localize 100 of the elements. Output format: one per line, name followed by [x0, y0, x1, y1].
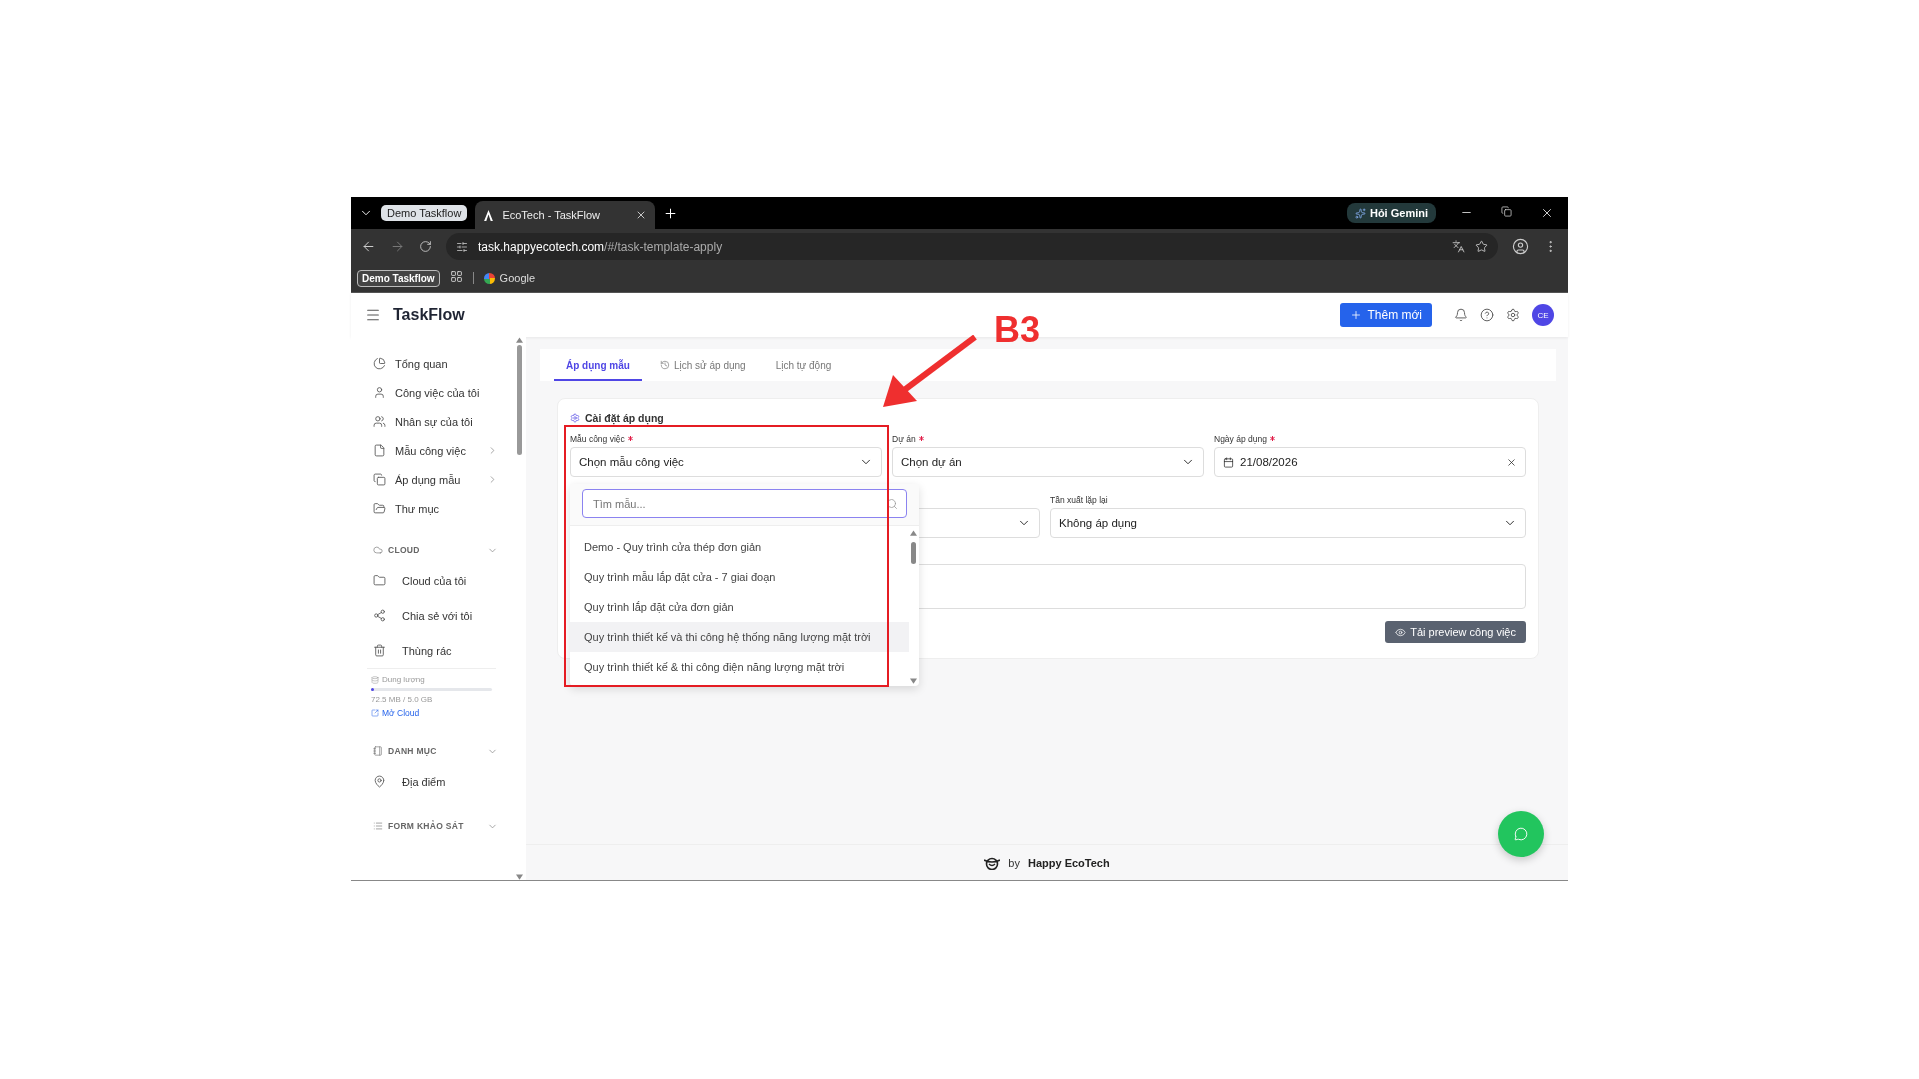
- scroll-up-icon[interactable]: [909, 530, 917, 536]
- section-header[interactable]: DANH MỤC: [351, 738, 526, 764]
- sidebar-item[interactable]: Công việc của tôi: [351, 378, 526, 407]
- external-link-icon: [371, 709, 379, 717]
- url-text: task.happyecotech.com/#/task-template-apply: [478, 239, 724, 254]
- menu-icon[interactable]: [365, 307, 381, 323]
- google-icon: [483, 272, 495, 284]
- sidebar-item[interactable]: Thư mục: [351, 494, 526, 523]
- brand-title: TaskFlow: [393, 306, 465, 324]
- dropdown-option[interactable]: Quy trình mẫu lắp đặt cửa - 7 giai đoạn: [570, 562, 909, 592]
- section-icon: [373, 821, 383, 831]
- close-icon[interactable]: [1540, 206, 1554, 220]
- section-header[interactable]: CLOUD: [351, 537, 526, 563]
- tab-group-chip[interactable]: Demo Taskflow: [381, 205, 468, 221]
- apps-grid-icon[interactable]: [449, 270, 463, 283]
- help-icon[interactable]: [1480, 308, 1494, 322]
- required-icon: [627, 436, 633, 441]
- forward-icon[interactable]: [390, 239, 405, 254]
- settings-icon: [570, 413, 580, 423]
- dropdown-option[interactable]: Demo - Quy trình cửa thép đơn giản: [570, 532, 909, 562]
- nav-icon: [373, 357, 386, 370]
- site-logo-icon: [483, 209, 495, 221]
- nav-icon: [373, 775, 386, 788]
- sidebar-item[interactable]: Cloud của tôi: [351, 563, 526, 598]
- tab[interactable]: Lịch sử áp dụng: [647, 351, 758, 381]
- nav-icon: [373, 609, 386, 622]
- select-field[interactable]: Không áp dụng: [1050, 508, 1526, 538]
- sidebar-item[interactable]: Chia sẻ với tôi: [351, 598, 526, 633]
- scrollbar[interactable]: [515, 337, 524, 880]
- sidebar-item[interactable]: Nhân sự của tôi: [351, 407, 526, 436]
- nav-icon: [373, 644, 386, 657]
- date-field[interactable]: 21/08/2026: [1214, 447, 1526, 477]
- tab[interactable]: Lịch tự động: [763, 351, 844, 381]
- profile-icon[interactable]: [1512, 238, 1529, 255]
- field-label: Tần xuất lặp lại: [1050, 494, 1108, 505]
- settings-icon[interactable]: [1506, 308, 1520, 322]
- gemini-button[interactable]: Hỏi Gemini: [1346, 203, 1436, 223]
- scroll-thumb[interactable]: [517, 345, 522, 455]
- field-label: Mẫu công việc: [570, 433, 633, 444]
- bookmark-group[interactable]: Demo Taskflow: [357, 269, 440, 287]
- eye-icon: [1395, 626, 1407, 638]
- nav-icon: [373, 502, 386, 515]
- plus-icon: [1350, 309, 1363, 321]
- dropdown-option[interactable]: Quy trình thiết kế & thi công điện năng lượng mặt trời: [570, 652, 909, 682]
- sparkle-icon: [1354, 207, 1366, 219]
- address-bar[interactable]: task.happyecotech.com/#/task-template-apply: [446, 233, 1498, 260]
- logo-icon: [984, 855, 1001, 870]
- section-icon: [373, 746, 383, 756]
- sidebar-item[interactable]: Áp dụng mẫu: [351, 465, 526, 494]
- sidebar-item[interactable]: Địa điểm: [351, 764, 526, 799]
- search-field[interactable]: Tìm mẫu...: [582, 489, 907, 518]
- required-icon: [918, 436, 924, 441]
- add-new-button[interactable]: Thêm mới: [1340, 303, 1432, 327]
- site-settings-icon: [456, 240, 468, 253]
- sidebar-item[interactable]: Mẫu công việc: [351, 436, 526, 465]
- clear-icon: [1506, 456, 1517, 468]
- storage-label: Dung lượng: [371, 675, 492, 684]
- nav-icon: [373, 415, 386, 428]
- required-icon: [1269, 436, 1275, 441]
- user-avatar[interactable]: CE: [1532, 304, 1554, 326]
- database-icon: [371, 675, 379, 684]
- scroll-thumb[interactable]: [910, 542, 916, 564]
- section-header[interactable]: FORM KHẢO SÁT: [351, 813, 526, 839]
- preview-button[interactable]: Tải preview công việc: [1385, 621, 1526, 643]
- reload-icon[interactable]: [419, 240, 432, 253]
- translate-icon[interactable]: [1452, 240, 1465, 253]
- field-label: Dự án: [892, 433, 924, 444]
- tab[interactable]: Áp dụng mẫu: [554, 351, 642, 381]
- bell-icon[interactable]: [1454, 308, 1468, 322]
- card-title: Cài đặt áp dụng: [570, 412, 1526, 424]
- bookmark-star-icon[interactable]: [1475, 240, 1488, 253]
- annotation-label: B3: [994, 309, 1041, 351]
- select-field[interactable]: Chọn dự án: [892, 447, 1204, 477]
- section-icon: [373, 545, 383, 555]
- browser-tab[interactable]: EcoTech - TaskFlow: [475, 201, 656, 229]
- sidebar-item[interactable]: Tổng quan: [351, 349, 526, 378]
- calendar-icon: [1223, 456, 1234, 468]
- new-tab-icon[interactable]: [663, 205, 679, 221]
- select-field[interactable]: Chọn mẫu công việc: [570, 447, 882, 477]
- footer-by: by: [1008, 856, 1020, 869]
- dropdown-option[interactable]: Quy trình thiết kế và thi công hệ thống năng lượng mặt trời: [570, 622, 909, 652]
- nav-icon: [373, 473, 386, 486]
- scroll-down-icon[interactable]: [516, 874, 523, 880]
- scroll-down-icon[interactable]: [909, 678, 917, 684]
- field-label: Ngày áp dụng: [1214, 433, 1275, 444]
- nav-icon: [373, 386, 386, 399]
- company-name: Happy EcoTech: [1027, 856, 1110, 869]
- scrollbar[interactable]: [909, 530, 917, 684]
- sidebar-item[interactable]: Thùng rác: [351, 633, 526, 668]
- back-icon[interactable]: [361, 239, 376, 254]
- nav-icon: [373, 574, 386, 587]
- history-icon: [659, 360, 670, 370]
- restore-icon[interactable]: [1501, 206, 1512, 217]
- nav-icon: [373, 444, 386, 457]
- chat-icon: [1514, 827, 1528, 841]
- search-icon: [886, 497, 898, 510]
- bookmark-link[interactable]: Google: [472, 272, 536, 284]
- open-cloud-link[interactable]: Mở Cloud: [371, 708, 492, 718]
- storage-usage: 72.5 MB / 5.0 GB: [371, 695, 434, 704]
- dropdown-option[interactable]: Quy trình lắp đặt cửa đơn giản: [570, 592, 909, 622]
